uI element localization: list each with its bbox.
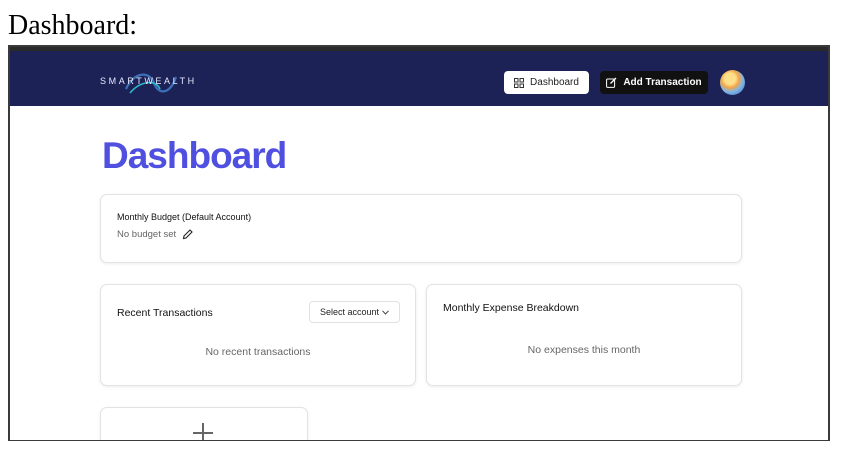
add-transaction-button[interactable]: Add Transaction	[600, 71, 708, 94]
expense-breakdown-empty: No expenses this month	[527, 344, 641, 356]
budget-title: Monthly Budget (Default Account)	[117, 212, 252, 222]
pencil-icon[interactable]	[182, 229, 193, 240]
top-navbar: SMARTWEALTH Dashboard Add Transaction	[10, 47, 828, 106]
recent-transactions-title: Recent Transactions	[117, 307, 213, 319]
recent-transactions-card: Recent Transactions Select account No re…	[100, 284, 416, 386]
add-transaction-label: Add Transaction	[623, 77, 702, 88]
app-window: SMARTWEALTH Dashboard Add Transaction Da…	[8, 45, 830, 441]
add-account-card[interactable]	[100, 407, 308, 440]
select-account-label: Select account	[319, 307, 380, 317]
dashboard-button[interactable]: Dashboard	[504, 71, 589, 94]
expense-breakdown-title: Monthly Expense Breakdown	[443, 302, 579, 314]
grid-icon	[514, 77, 525, 88]
dashboard-button-label: Dashboard	[530, 77, 579, 88]
budget-status-text: No budget set	[117, 229, 177, 240]
page-caption: Dashboard:	[8, 10, 138, 41]
expense-breakdown-card: Monthly Expense Breakdown No expenses th…	[426, 284, 742, 386]
edit-square-icon	[606, 77, 617, 88]
budget-card: Monthly Budget (Default Account) No budg…	[100, 194, 742, 263]
budget-status: No budget set	[117, 229, 193, 240]
logo-text: SMARTWEALTH	[100, 76, 197, 86]
user-avatar[interactable]	[720, 70, 745, 95]
plus-icon	[193, 423, 213, 440]
page-title: Dashboard	[102, 135, 287, 176]
recent-transactions-empty: No recent transactions	[205, 346, 311, 358]
chevron-down-icon	[382, 309, 389, 315]
select-account-dropdown[interactable]: Select account	[309, 301, 400, 323]
logo[interactable]: SMARTWEALTH	[100, 67, 210, 97]
